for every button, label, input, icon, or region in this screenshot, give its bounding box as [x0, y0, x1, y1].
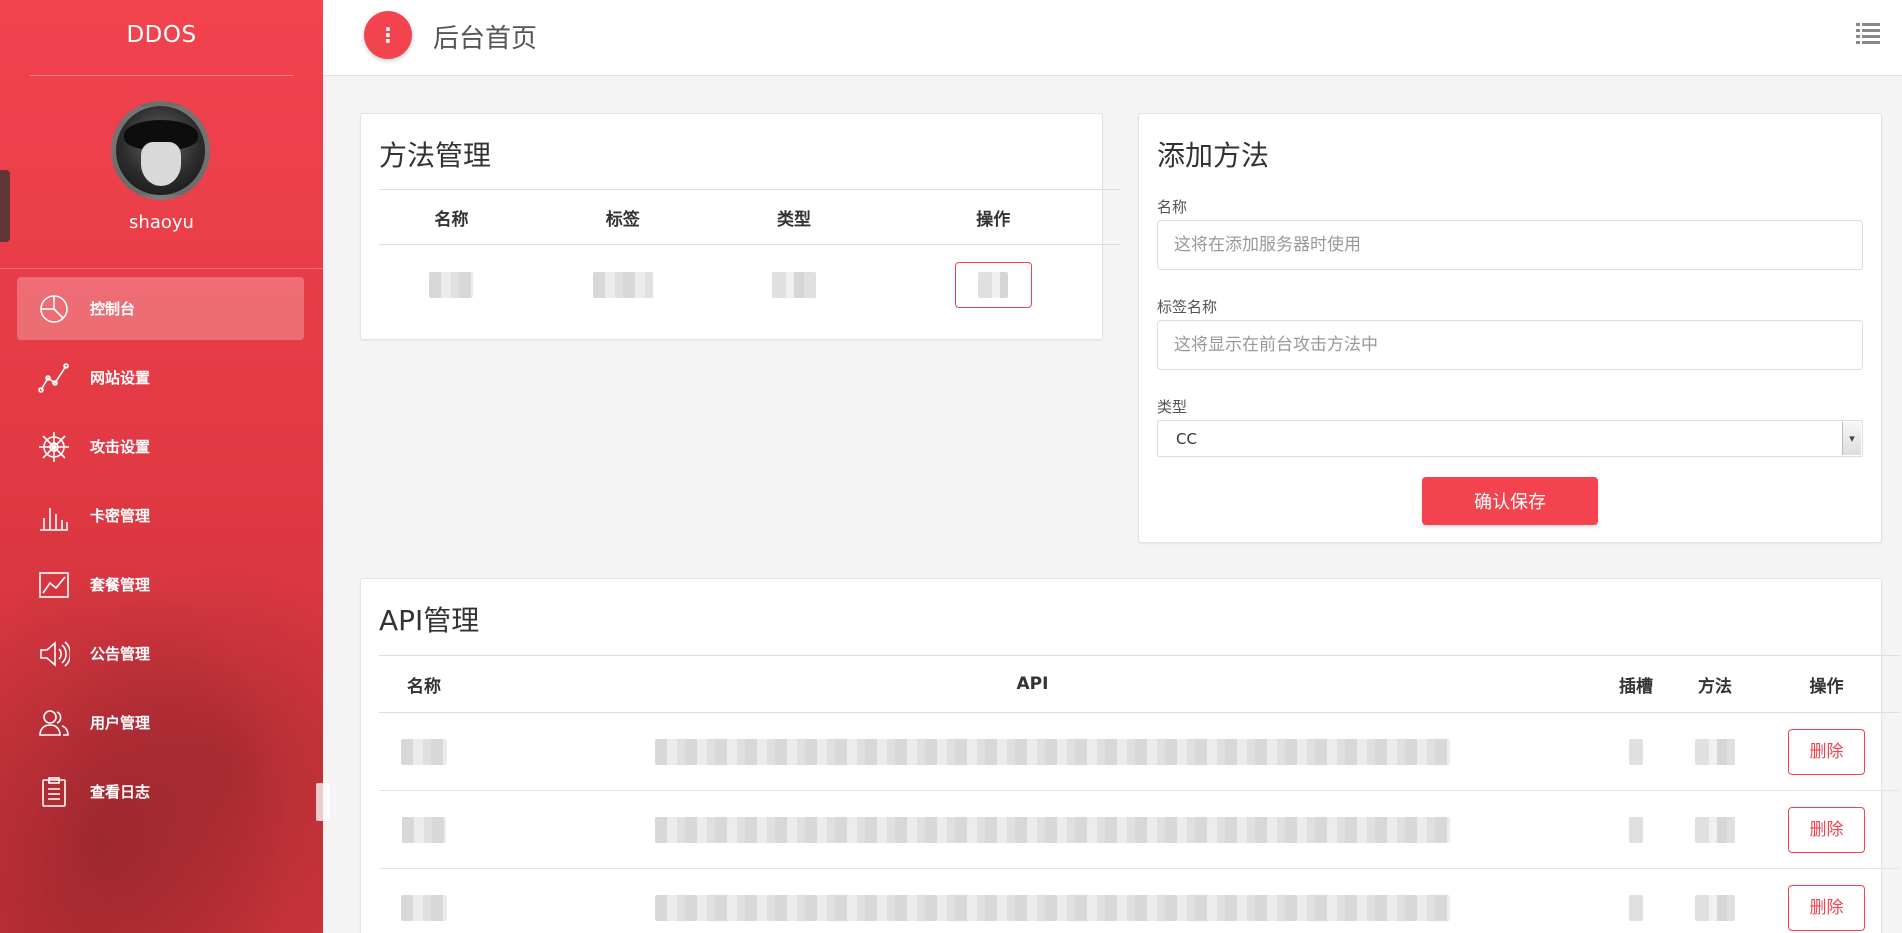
divider — [30, 75, 293, 76]
delete-button[interactable]: 删除 — [1788, 884, 1865, 931]
sidebar-item-logs[interactable]: 查看日志 — [17, 760, 304, 823]
sidebar-menu: 控制台 网站设置 攻击设置 卡密管理 套餐管理 公告管理 用户管理 查看日志 — [17, 277, 304, 829]
methods-card: 方法管理 名称 标签 类型 操作 — [360, 113, 1120, 340]
sidebar-item-packages[interactable]: 套餐管理 — [17, 553, 304, 616]
column-header: API — [469, 655, 1596, 713]
redacted-cell — [1695, 738, 1735, 765]
username: shaoyu — [129, 212, 194, 233]
sidebar-item-label: 攻击设置 — [90, 438, 151, 456]
table-row: 删除 — [379, 868, 1899, 933]
sidebar: DDOS shaoyu 控制台 网站设置 攻击设置 卡密管理 套餐管理 公告管理… — [0, 0, 323, 933]
column-header: 名称 — [379, 655, 469, 713]
column-header: 标签 — [523, 189, 722, 245]
redacted-cell — [1629, 894, 1643, 921]
chevron-down-icon[interactable]: ▾ — [1842, 422, 1861, 455]
sidebar-item-users[interactable]: 用户管理 — [17, 691, 304, 754]
clipboard-icon — [42, 776, 66, 807]
redacted-label — [978, 271, 1009, 298]
api-title: API管理 — [379, 604, 480, 637]
redacted-cell — [592, 271, 653, 298]
redacted-cell — [1629, 816, 1643, 843]
add-method-title: 添加方法 — [1157, 139, 1270, 172]
redacted-cell — [771, 271, 816, 298]
sidebar-item-label: 套餐管理 — [90, 576, 151, 594]
users-icon — [39, 709, 69, 736]
table-row: 删除 — [379, 712, 1899, 791]
top-header: ⋮ 后台首页 — [323, 0, 1902, 76]
api-card: API管理 名称 API 插槽 方法 操作 删除 删除 删除 — [360, 578, 1899, 933]
page-title: 后台首页 — [433, 24, 538, 54]
list-icon[interactable] — [1856, 22, 1880, 44]
column-header: 类型 — [721, 189, 867, 245]
methods-table: 名称 标签 类型 操作 — [379, 189, 1120, 325]
save-button[interactable]: 确认保存 — [1422, 477, 1598, 525]
redacted-cell — [655, 816, 1450, 843]
add-method-card: 添加方法 名称 标签名称 类型 CC ▾ 确认保存 — [1138, 113, 1882, 543]
column-header: 操作 — [1754, 655, 1899, 713]
redacted-cell — [655, 894, 1450, 921]
area-chart-icon — [39, 571, 69, 598]
avatar-face — [141, 142, 181, 186]
table-row: 删除 — [379, 790, 1899, 869]
sidebar-item-label: 用户管理 — [90, 714, 151, 732]
divider — [0, 268, 323, 269]
table-row — [379, 245, 1120, 325]
type-select-value: CC — [1176, 429, 1197, 448]
redacted-cell — [655, 738, 1450, 765]
redacted-cell — [401, 894, 447, 921]
sidebar-item-label: 查看日志 — [90, 783, 151, 801]
redacted-cell — [429, 271, 474, 298]
column-header: 操作 — [866, 189, 1120, 245]
delete-button[interactable] — [954, 261, 1032, 308]
brand-logo[interactable]: DDOS — [0, 0, 323, 75]
avatar[interactable] — [111, 101, 210, 200]
column-header: 插槽 — [1596, 655, 1676, 713]
sidebar-item-attack-settings[interactable]: 攻击设置 — [17, 415, 304, 478]
sidebar-item-label: 网站设置 — [90, 369, 151, 387]
ship-wheel-icon — [39, 431, 69, 462]
redacted-cell — [1695, 894, 1735, 921]
sidebar-item-label: 控制台 — [90, 300, 136, 318]
method-name-input[interactable] — [1157, 220, 1863, 270]
speaker-icon — [40, 640, 70, 667]
sidebar-item-site-settings[interactable]: 网站设置 — [17, 346, 304, 409]
tag-label: 标签名称 — [1157, 298, 1218, 316]
column-header: 方法 — [1676, 655, 1754, 713]
pie-chart-icon — [40, 294, 68, 323]
sidebar-item-label: 公告管理 — [90, 645, 151, 663]
sidebar-item-dashboard[interactable]: 控制台 — [17, 277, 304, 340]
sidebar-item-label: 卡密管理 — [90, 507, 151, 525]
delete-button[interactable]: 删除 — [1788, 728, 1865, 775]
sidebar-item-announcements[interactable]: 公告管理 — [17, 622, 304, 685]
type-label: 类型 — [1157, 398, 1188, 416]
side-handle[interactable] — [0, 170, 10, 242]
type-select[interactable]: CC ▾ — [1157, 420, 1863, 457]
redacted-cell — [401, 738, 447, 765]
menu-toggle-button[interactable]: ⋮ — [364, 11, 412, 59]
tag-name-input[interactable] — [1157, 320, 1863, 370]
redacted-cell — [1629, 738, 1643, 765]
name-label: 名称 — [1157, 198, 1188, 216]
redacted-cell — [1695, 816, 1735, 843]
delete-button[interactable]: 删除 — [1788, 806, 1865, 853]
sidebar-collapse-tab[interactable] — [316, 783, 330, 821]
redacted-cell — [402, 816, 446, 843]
column-header: 名称 — [379, 189, 524, 245]
line-graph-icon — [38, 362, 69, 393]
methods-title: 方法管理 — [379, 139, 492, 172]
bar-chart-icon — [40, 507, 68, 531]
sidebar-item-card-keys[interactable]: 卡密管理 — [17, 484, 304, 547]
api-table: 名称 API 插槽 方法 操作 删除 删除 删除 — [379, 655, 1899, 933]
